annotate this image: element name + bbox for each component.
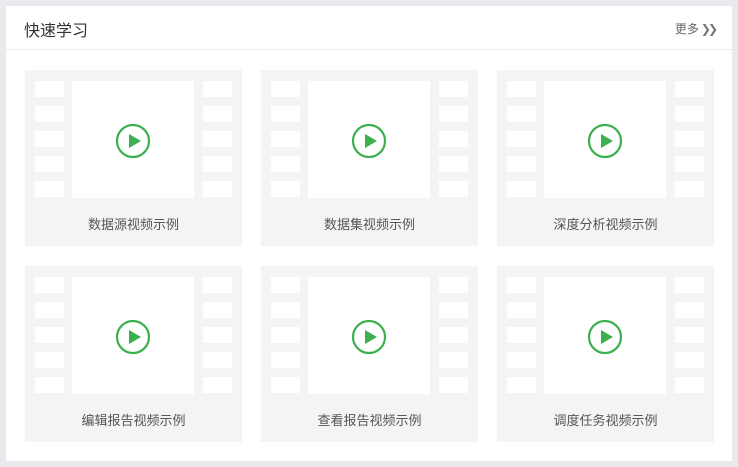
quick-learning-panel: 快速学习 更多 ❯❯ 数据源视频示例 数据集视频示例 深度分析视频示例 编辑报告… xyxy=(6,6,732,461)
panel-title: 快速学习 xyxy=(24,21,89,40)
film-strip-left xyxy=(507,277,536,394)
video-screen xyxy=(544,277,666,394)
video-card-view-report[interactable]: 查看报告视频示例 xyxy=(261,266,478,442)
film-strip-right xyxy=(203,277,232,394)
film-strip-left xyxy=(271,277,300,394)
play-icon[interactable] xyxy=(351,319,387,355)
video-card-scheduling-task[interactable]: 调度任务视频示例 xyxy=(497,266,714,442)
video-thumbnail xyxy=(507,277,704,394)
play-icon[interactable] xyxy=(587,123,623,159)
more-link[interactable]: 更多 ❯❯ xyxy=(674,20,718,37)
panel-header: 快速学习 更多 ❯❯ xyxy=(6,6,732,50)
video-card-dataset[interactable]: 数据集视频示例 xyxy=(261,70,478,246)
film-strip-right xyxy=(203,81,232,198)
double-chevron-right-icon: ❯❯ xyxy=(700,21,718,36)
video-card-label: 查看报告视频示例 xyxy=(317,414,422,429)
video-card-label: 数据源视频示例 xyxy=(87,218,179,233)
video-thumbnail xyxy=(271,81,468,198)
film-strip-left xyxy=(271,81,300,198)
video-screen xyxy=(72,81,194,198)
video-screen xyxy=(308,277,430,394)
video-screen xyxy=(308,81,430,198)
film-strip-right xyxy=(675,277,704,394)
video-card-deep-analysis[interactable]: 深度分析视频示例 xyxy=(497,70,714,246)
film-strip-right xyxy=(439,277,468,394)
play-icon[interactable] xyxy=(587,319,623,355)
video-card-label: 深度分析视频示例 xyxy=(553,218,658,233)
play-icon[interactable] xyxy=(115,123,151,159)
play-icon[interactable] xyxy=(351,123,387,159)
video-thumbnail xyxy=(271,277,468,394)
video-card-label: 调度任务视频示例 xyxy=(553,414,658,429)
film-strip-left xyxy=(35,277,64,394)
video-thumbnail xyxy=(35,81,232,198)
video-card-datasource[interactable]: 数据源视频示例 xyxy=(25,70,242,246)
video-screen xyxy=(544,81,666,198)
video-screen xyxy=(72,277,194,394)
film-strip-right xyxy=(439,81,468,198)
video-thumbnail xyxy=(35,277,232,394)
video-card-edit-report[interactable]: 编辑报告视频示例 xyxy=(25,266,242,442)
film-strip-left xyxy=(507,81,536,198)
more-label: 更多 xyxy=(674,22,699,36)
film-strip-right xyxy=(675,81,704,198)
video-card-label: 数据集视频示例 xyxy=(323,218,415,233)
film-strip-left xyxy=(35,81,64,198)
video-card-label: 编辑报告视频示例 xyxy=(81,414,186,429)
play-icon[interactable] xyxy=(115,319,151,355)
video-thumbnail xyxy=(507,81,704,198)
